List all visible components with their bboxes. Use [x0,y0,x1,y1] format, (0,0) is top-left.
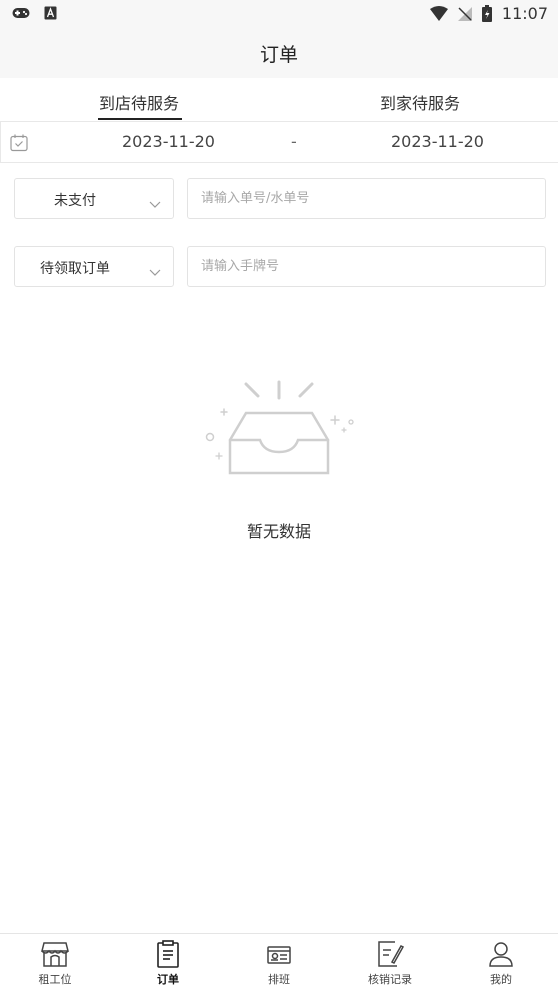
payment-status-select[interactable]: 未支付 [14,178,174,219]
tabbar-item-schedule[interactable]: 排班 [239,940,319,987]
empty-box-icon [200,378,360,482]
end-date[interactable]: 2023-11-20 [391,132,484,151]
tabbar-label: 租工位 [38,973,72,986]
tabbar-label: 我的 [490,973,512,986]
gamepad-icon [12,7,30,19]
page-title: 订单 [259,44,298,66]
calendar-icon[interactable] [9,133,29,157]
order-status-value: 待领取订单 [40,261,110,277]
a-box-icon [44,6,57,20]
edit-record-icon [350,940,430,968]
status-right: 11:07 [429,4,548,23]
status-bar: 11:07 [0,0,558,28]
no-signal-icon [457,6,472,21]
bottom-tab-bar: 租工位 订单 排班 核销记录 我的 [0,933,558,992]
tabbar-item-orders[interactable]: 订单 [128,940,208,987]
date-separator: - [291,132,297,151]
status-left-icons [12,6,57,20]
tabbar-label: 排班 [268,973,290,986]
tabbar-label: 订单 [157,973,179,986]
payment-status-value: 未支付 [54,193,96,209]
hand-tag-input[interactable] [187,246,546,287]
tabbar-item-mine[interactable]: 我的 [461,940,541,987]
chevron-down-icon [149,194,161,213]
order-status-select[interactable]: 待领取订单 [14,246,174,287]
date-range-picker[interactable]: 2023-11-20 - 2023-11-20 [0,122,558,163]
empty-state-text: 暂无数据 [246,522,311,541]
service-tabs: 到店待服务 到家待服务 [0,78,558,122]
schedule-icon [239,940,319,968]
tabbar-item-redemption-records[interactable]: 核销记录 [350,940,430,987]
wifi-icon [429,6,448,21]
order-number-input[interactable] [187,178,546,219]
tabbar-item-rent-station[interactable]: 租工位 [15,940,95,987]
tab-in-store[interactable]: 到店待服务 [99,90,179,114]
tabbar-label: 核销记录 [368,973,412,986]
tab-at-home[interactable]: 到家待服务 [380,90,460,114]
chevron-down-icon [149,262,161,281]
active-tab-indicator [98,118,182,120]
status-time: 11:07 [501,4,548,23]
clipboard-icon [128,940,208,968]
user-icon [461,940,541,968]
store-icon [15,940,95,968]
start-date[interactable]: 2023-11-20 [122,132,215,151]
battery-icon [481,5,492,22]
title-bar: 订单 [0,28,558,78]
